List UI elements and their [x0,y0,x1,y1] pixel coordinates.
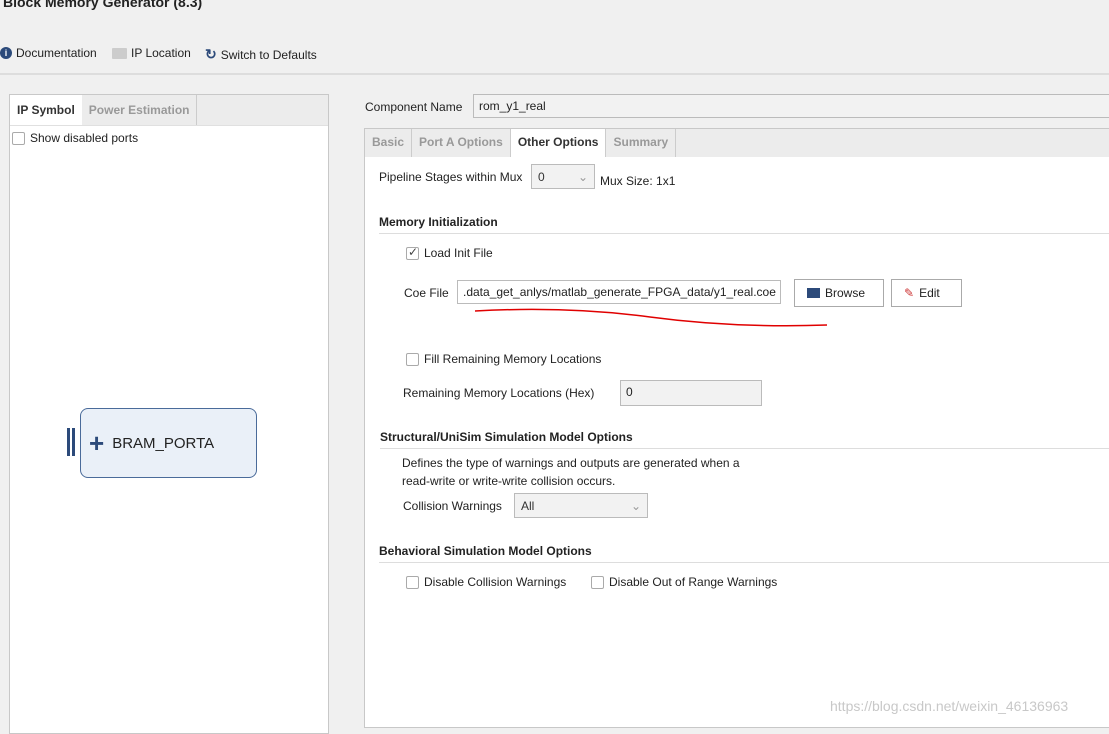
port-label: BRAM_PORTA [112,434,215,452]
chevron-down-icon: ⌄ [577,169,588,184]
tab-other-options[interactable]: Other Options [510,129,607,157]
folder-open-icon [807,288,820,298]
mux-size: Mux Size: 1x1 [600,174,676,188]
show-disabled-label: Show disabled ports [30,131,139,145]
fill-remaining-label: Fill Remaining Memory Locations [424,352,602,366]
disable-out-of-range-label: Disable Out of Range Warnings [609,575,778,589]
pipeline-select[interactable]: 0 ⌄ [531,164,595,189]
port-bus-marker [67,428,70,456]
memory-init-heading: Memory Initialization [379,215,1109,234]
chevron-down-icon: ⌄ [630,498,641,513]
structural-desc-2: read-write or write-write collision occu… [402,474,616,488]
disable-out-of-range-checkbox[interactable] [591,575,604,589]
collision-value: All [521,498,535,513]
component-name-label: Component Name [365,100,463,114]
browse-label: Browse [825,286,866,300]
tab-summary[interactable]: Summary [606,129,677,157]
fill-remaining-checkbox[interactable] [406,352,419,366]
disable-collision-checkbox[interactable] [406,575,419,589]
component-name-input[interactable]: rom_y1_real [473,94,1109,118]
pipeline-label: Pipeline Stages within Mux [379,170,523,184]
ip-location-button[interactable]: IP Location [112,46,191,60]
behavioral-heading: Behavioral Simulation Model Options [379,544,1109,563]
edit-label: Edit [919,286,940,300]
switch-defaults-label: Switch to Defaults [220,47,317,62]
structural-heading: Structural/UniSim Simulation Model Optio… [380,430,1109,449]
disable-collision[interactable]: Disable Collision Warnings [406,575,566,589]
remaining-input[interactable]: 0 [620,380,762,406]
load-init-checkbox[interactable] [406,245,419,260]
documentation-label: Documentation [16,46,97,60]
load-init-file[interactable]: Load Init File [406,245,493,260]
folder-icon [112,47,127,59]
window-title: Block Memory Generator (8.3) [3,0,203,10]
watermark: https://blog.csdn.net/weixin_46136963 [830,698,1069,714]
tab-power-estimation[interactable]: Power Estimation [82,95,198,125]
disable-out-of-range[interactable]: Disable Out of Range Warnings [591,575,777,589]
edit-button[interactable]: ✎ Edit [891,279,962,307]
tab-port-a-options[interactable]: Port A Options [412,129,511,157]
plus-icon: + [89,427,105,458]
load-init-label: Load Init File [424,246,493,260]
fill-remaining[interactable]: Fill Remaining Memory Locations [406,352,601,366]
red-underline-annotation [474,308,828,327]
collision-label: Collision Warnings [403,499,502,513]
tab-ip-symbol[interactable]: IP Symbol [10,95,82,125]
switch-defaults-button[interactable]: ↻ Switch to Defaults [205,46,317,63]
coe-file-input[interactable]: .data_get_anlys/matlab_generate_FPGA_dat… [457,280,781,304]
info-icon: i [0,47,12,59]
refresh-icon: ↻ [205,46,217,62]
ip-location-label: IP Location [131,46,191,60]
documentation-button[interactable]: i Documentation [0,46,97,60]
browse-button[interactable]: Browse [794,279,884,307]
show-disabled-checkbox[interactable] [12,131,25,145]
edit-icon: ✎ [904,286,915,300]
collision-select[interactable]: All ⌄ [514,493,648,518]
structural-desc-1: Defines the type of warnings and outputs… [402,456,740,470]
show-disabled-ports[interactable]: Show disabled ports [10,126,328,150]
coe-file-label: Coe File [404,286,449,300]
tab-basic[interactable]: Basic [365,129,413,157]
toolbar-divider [0,73,1109,75]
pipeline-value: 0 [538,169,545,184]
bram-porta-port[interactable]: + BRAM_PORTA [80,408,257,478]
disable-collision-label: Disable Collision Warnings [424,575,567,589]
remaining-label: Remaining Memory Locations (Hex) [403,386,595,400]
